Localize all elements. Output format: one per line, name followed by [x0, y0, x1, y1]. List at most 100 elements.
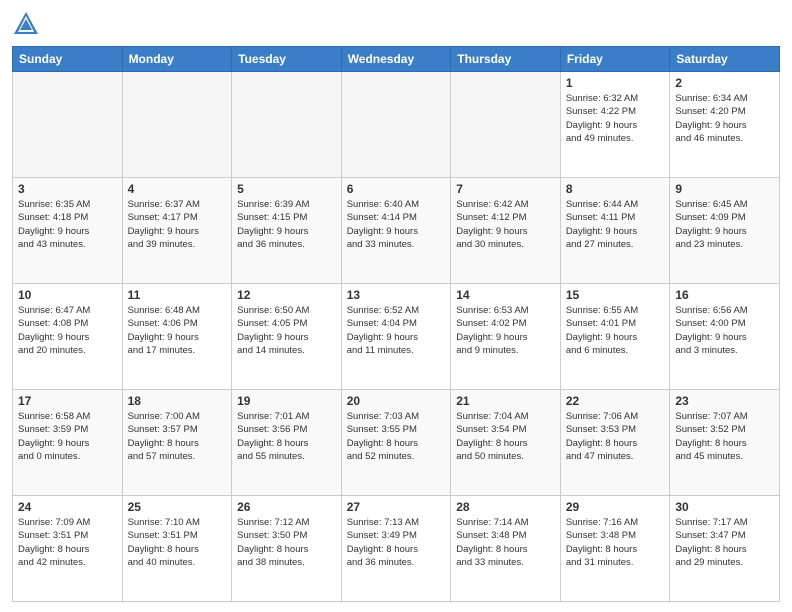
- day-number: 19: [237, 394, 336, 408]
- day-info: Sunrise: 6:34 AM Sunset: 4:20 PM Dayligh…: [675, 92, 774, 145]
- day-number: 22: [566, 394, 665, 408]
- day-number: 28: [456, 500, 555, 514]
- calendar-cell: [232, 72, 342, 178]
- day-number: 27: [347, 500, 446, 514]
- day-info: Sunrise: 7:06 AM Sunset: 3:53 PM Dayligh…: [566, 410, 665, 463]
- day-header-friday: Friday: [560, 47, 670, 72]
- day-header-tuesday: Tuesday: [232, 47, 342, 72]
- calendar-cell: 5Sunrise: 6:39 AM Sunset: 4:15 PM Daylig…: [232, 178, 342, 284]
- day-number: 24: [18, 500, 117, 514]
- day-info: Sunrise: 6:47 AM Sunset: 4:08 PM Dayligh…: [18, 304, 117, 357]
- calendar-cell: 29 Sunrise: 7:16 AM Sunset: 3:48 PM Dayli…: [560, 496, 670, 602]
- calendar-cell: 12 Sunrise: 6:50 AM Sunset: 4:05 PM Dayli…: [232, 284, 342, 390]
- day-info: Sunrise: 6:58 AM Sunset: 3:59 PM Dayligh…: [18, 410, 117, 463]
- day-info: Sunrise: 6:52 AM Sunset: 4:04 PM Dayligh…: [347, 304, 446, 357]
- day-number: 16: [675, 288, 774, 302]
- day-info: Sunrise: 6:55 AM Sunset: 4:01 PM Dayligh…: [566, 304, 665, 357]
- day-number: 8: [566, 182, 665, 196]
- calendar-cell: 23Sunrise: 7:07 AM Sunset: 3:52 PM Dayli…: [670, 390, 780, 496]
- day-number: 30: [675, 500, 774, 514]
- calendar-cell: 27Sunrise: 7:13 AM Sunset: 3:49 PM Dayli…: [341, 496, 451, 602]
- day-number: 10: [18, 288, 117, 302]
- day-number: 7: [456, 182, 555, 196]
- calendar-cell: 1 Sunrise: 6:32 AM Sunset: 4:22 PM Daylig…: [560, 72, 670, 178]
- day-number: 5: [237, 182, 336, 196]
- logo-icon: [12, 10, 40, 38]
- day-number: 3: [18, 182, 117, 196]
- calendar-cell: 2 Sunrise: 6:34 AM Sunset: 4:20 PM Daylig…: [670, 72, 780, 178]
- day-header-saturday: Saturday: [670, 47, 780, 72]
- calendar-week-5: 24 Sunrise: 7:09 AM Sunset: 3:51 PM Dayli…: [13, 496, 780, 602]
- day-info: Sunrise: 6:37 AM Sunset: 4:17 PM Dayligh…: [128, 198, 227, 251]
- day-info: Sunrise: 7:07 AM Sunset: 3:52 PM Dayligh…: [675, 410, 774, 463]
- calendar-header-row: SundayMondayTuesdayWednesdayThursdayFrid…: [13, 47, 780, 72]
- calendar-cell: 24 Sunrise: 7:09 AM Sunset: 3:51 PM Dayli…: [13, 496, 123, 602]
- calendar-cell: 21Sunrise: 7:04 AM Sunset: 3:54 PM Dayli…: [451, 390, 561, 496]
- calendar-week-3: 10 Sunrise: 6:47 AM Sunset: 4:08 PM Dayli…: [13, 284, 780, 390]
- calendar: SundayMondayTuesdayWednesdayThursdayFrid…: [12, 46, 780, 602]
- calendar-cell: [122, 72, 232, 178]
- day-number: 4: [128, 182, 227, 196]
- day-number: 6: [347, 182, 446, 196]
- day-number: 26: [237, 500, 336, 514]
- calendar-cell: 28 Sunrise: 7:14 AM Sunset: 3:48 PM Dayli…: [451, 496, 561, 602]
- day-number: 29: [566, 500, 665, 514]
- day-number: 9: [675, 182, 774, 196]
- day-number: 12: [237, 288, 336, 302]
- calendar-cell: 22 Sunrise: 7:06 AM Sunset: 3:53 PM Dayli…: [560, 390, 670, 496]
- calendar-week-2: 3 Sunrise: 6:35 AM Sunset: 4:18 PM Daylig…: [13, 178, 780, 284]
- calendar-cell: 20 Sunrise: 7:03 AM Sunset: 3:55 PM Dayli…: [341, 390, 451, 496]
- day-info: Sunrise: 6:32 AM Sunset: 4:22 PM Dayligh…: [566, 92, 665, 145]
- day-header-sunday: Sunday: [13, 47, 123, 72]
- calendar-cell: 15 Sunrise: 6:55 AM Sunset: 4:01 PM Dayli…: [560, 284, 670, 390]
- calendar-cell: 6 Sunrise: 6:40 AM Sunset: 4:14 PM Daylig…: [341, 178, 451, 284]
- logo: [12, 10, 44, 38]
- day-info: Sunrise: 6:56 AM Sunset: 4:00 PM Dayligh…: [675, 304, 774, 357]
- calendar-cell: 17 Sunrise: 6:58 AM Sunset: 3:59 PM Dayli…: [13, 390, 123, 496]
- calendar-cell: [13, 72, 123, 178]
- day-number: 14: [456, 288, 555, 302]
- calendar-cell: 13 Sunrise: 6:52 AM Sunset: 4:04 PM Dayli…: [341, 284, 451, 390]
- day-header-thursday: Thursday: [451, 47, 561, 72]
- day-number: 13: [347, 288, 446, 302]
- calendar-cell: 14 Sunrise: 6:53 AM Sunset: 4:02 PM Dayli…: [451, 284, 561, 390]
- page: SundayMondayTuesdayWednesdayThursdayFrid…: [0, 0, 792, 612]
- day-info: Sunrise: 7:01 AM Sunset: 3:56 PM Dayligh…: [237, 410, 336, 463]
- day-number: 18: [128, 394, 227, 408]
- day-info: Sunrise: 7:14 AM Sunset: 3:48 PM Dayligh…: [456, 516, 555, 569]
- calendar-cell: 30 Sunrise: 7:17 AM Sunset: 3:47 PM Dayli…: [670, 496, 780, 602]
- day-number: 15: [566, 288, 665, 302]
- day-number: 2: [675, 76, 774, 90]
- calendar-cell: [341, 72, 451, 178]
- day-info: Sunrise: 7:09 AM Sunset: 3:51 PM Dayligh…: [18, 516, 117, 569]
- day-info: Sunrise: 7:16 AM Sunset: 3:48 PM Dayligh…: [566, 516, 665, 569]
- day-info: Sunrise: 6:53 AM Sunset: 4:02 PM Dayligh…: [456, 304, 555, 357]
- calendar-cell: 3 Sunrise: 6:35 AM Sunset: 4:18 PM Daylig…: [13, 178, 123, 284]
- day-info: Sunrise: 6:44 AM Sunset: 4:11 PM Dayligh…: [566, 198, 665, 251]
- day-info: Sunrise: 7:03 AM Sunset: 3:55 PM Dayligh…: [347, 410, 446, 463]
- day-info: Sunrise: 6:35 AM Sunset: 4:18 PM Dayligh…: [18, 198, 117, 251]
- day-info: Sunrise: 7:10 AM Sunset: 3:51 PM Dayligh…: [128, 516, 227, 569]
- day-header-monday: Monday: [122, 47, 232, 72]
- day-number: 11: [128, 288, 227, 302]
- day-info: Sunrise: 7:17 AM Sunset: 3:47 PM Dayligh…: [675, 516, 774, 569]
- calendar-week-4: 17 Sunrise: 6:58 AM Sunset: 3:59 PM Dayli…: [13, 390, 780, 496]
- day-number: 20: [347, 394, 446, 408]
- day-number: 25: [128, 500, 227, 514]
- day-info: Sunrise: 6:42 AM Sunset: 4:12 PM Dayligh…: [456, 198, 555, 251]
- calendar-cell: 7 Sunrise: 6:42 AM Sunset: 4:12 PM Daylig…: [451, 178, 561, 284]
- day-info: Sunrise: 6:40 AM Sunset: 4:14 PM Dayligh…: [347, 198, 446, 251]
- header: [12, 10, 780, 38]
- calendar-cell: 9 Sunrise: 6:45 AM Sunset: 4:09 PM Daylig…: [670, 178, 780, 284]
- day-info: Sunrise: 6:50 AM Sunset: 4:05 PM Dayligh…: [237, 304, 336, 357]
- calendar-week-1: 1 Sunrise: 6:32 AM Sunset: 4:22 PM Daylig…: [13, 72, 780, 178]
- day-info: Sunrise: 7:12 AM Sunset: 3:50 PM Dayligh…: [237, 516, 336, 569]
- calendar-cell: 18Sunrise: 7:00 AM Sunset: 3:57 PM Dayli…: [122, 390, 232, 496]
- day-info: Sunrise: 7:04 AM Sunset: 3:54 PM Dayligh…: [456, 410, 555, 463]
- day-number: 1: [566, 76, 665, 90]
- calendar-cell: 16 Sunrise: 6:56 AM Sunset: 4:00 PM Dayli…: [670, 284, 780, 390]
- day-info: Sunrise: 6:45 AM Sunset: 4:09 PM Dayligh…: [675, 198, 774, 251]
- calendar-cell: 8 Sunrise: 6:44 AM Sunset: 4:11 PM Daylig…: [560, 178, 670, 284]
- calendar-cell: 19 Sunrise: 7:01 AM Sunset: 3:56 PM Dayli…: [232, 390, 342, 496]
- day-number: 17: [18, 394, 117, 408]
